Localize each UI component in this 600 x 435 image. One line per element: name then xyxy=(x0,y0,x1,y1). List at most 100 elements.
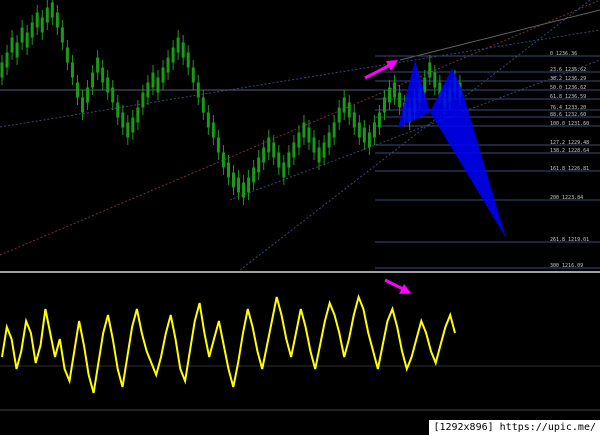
candle-body xyxy=(45,7,49,23)
channel-line-red-lower[interactable] xyxy=(0,0,600,256)
candle-body xyxy=(161,67,165,83)
candle-body xyxy=(55,12,59,28)
candle-body xyxy=(70,62,74,78)
candle-body xyxy=(116,102,120,118)
candle-body xyxy=(322,142,326,158)
candle-body xyxy=(15,42,19,58)
candle-body xyxy=(272,142,276,158)
fib-level-label: 300 1216.09 xyxy=(550,263,583,269)
candle-body xyxy=(196,82,200,98)
candle-body xyxy=(252,167,256,183)
oscillator-line xyxy=(1,293,456,394)
chart-window[interactable]: 0 1236.36 23.6 1235.62 38.2 1236.29 50.0 12… xyxy=(0,0,600,435)
candle-body xyxy=(171,47,175,63)
candle-body xyxy=(257,157,261,173)
candle-body xyxy=(367,132,371,148)
fib-level-label: 200 1223.84 xyxy=(550,195,583,201)
candle-body xyxy=(40,17,44,33)
candle-body xyxy=(342,97,346,113)
candle-body xyxy=(247,177,251,193)
candle-body xyxy=(201,97,205,113)
candle-body xyxy=(141,92,145,108)
candle-body xyxy=(75,82,79,98)
candle-body xyxy=(86,87,90,103)
candle-body xyxy=(81,97,85,113)
candle-body xyxy=(332,122,336,138)
fib-level-label: 100.0 1231.60 xyxy=(550,121,589,127)
candle-body xyxy=(267,137,271,153)
pattern-projection-wedge xyxy=(430,90,506,238)
candle-body xyxy=(10,37,14,53)
fib-level-label: 50.0 1236.62 xyxy=(550,85,586,91)
fib-level-label: 138.2 1228.64 xyxy=(550,148,589,154)
candle-body xyxy=(35,12,39,28)
candle-body xyxy=(226,162,230,178)
harmonic-pattern[interactable] xyxy=(398,60,506,238)
candle-body xyxy=(317,147,321,163)
candle-body xyxy=(30,22,34,38)
candle-body xyxy=(106,77,110,93)
candle-body xyxy=(357,122,361,138)
candle-body xyxy=(382,97,386,113)
candle-body xyxy=(176,37,180,53)
candle-body xyxy=(111,87,115,103)
candle-body xyxy=(121,112,125,128)
chart-canvas[interactable]: 0 1236.36 23.6 1235.62 38.2 1236.29 50.0 12… xyxy=(0,0,600,435)
fib-level-label: 61.8 1236.59 xyxy=(550,94,586,100)
candle-body xyxy=(191,67,195,83)
candle-body xyxy=(307,127,311,143)
candle-body xyxy=(65,47,69,63)
candle-body xyxy=(312,137,316,153)
candle-body xyxy=(393,82,397,98)
fib-level-label: 0 1236.36 xyxy=(550,51,577,57)
candle-body xyxy=(96,57,100,73)
candle-body xyxy=(186,52,190,68)
candle-body xyxy=(211,122,215,138)
fib-level-label: 38.2 1236.29 xyxy=(550,76,586,82)
candle-body xyxy=(297,132,301,148)
candle-body xyxy=(126,122,130,138)
candle-body xyxy=(146,82,150,98)
candle-body xyxy=(352,112,356,128)
price-candles xyxy=(0,0,462,205)
fib-level-label: 76.4 1233.20 xyxy=(550,105,586,111)
candle-body xyxy=(20,27,24,43)
fib-level-label: 261.8 1219.01 xyxy=(550,237,589,243)
candle-body xyxy=(398,92,402,108)
candle-body xyxy=(428,62,432,78)
candle-body xyxy=(262,147,266,163)
arrow-down-right-icon xyxy=(384,278,411,294)
candle-body xyxy=(232,172,235,188)
candle-body xyxy=(5,52,9,68)
candle-body xyxy=(287,152,291,168)
fibonacci-levels[interactable]: 0 1236.36 23.6 1235.62 38.2 1236.29 50.0 12… xyxy=(375,51,600,269)
candle-body xyxy=(327,132,331,148)
candle-body xyxy=(101,67,105,83)
candle-body xyxy=(156,77,160,93)
candle-body xyxy=(388,87,392,103)
candle-body xyxy=(292,142,296,158)
candle-body xyxy=(347,102,351,118)
fib-level-label: 161.8 1226.81 xyxy=(550,166,589,172)
candle-body xyxy=(181,42,185,58)
candle-body xyxy=(221,152,225,168)
candle-body xyxy=(282,162,286,178)
candle-body xyxy=(50,2,54,18)
candle-body xyxy=(0,62,4,78)
candle-body xyxy=(242,182,246,198)
candle-body xyxy=(151,72,155,88)
fib-level-label: 23.6 1235.62 xyxy=(550,67,586,73)
candle-body xyxy=(237,177,241,193)
candle-body xyxy=(206,112,210,128)
candle-body xyxy=(337,107,341,123)
candle-body xyxy=(377,112,381,128)
channel-line-blue-upper[interactable] xyxy=(0,29,600,128)
candle-body xyxy=(216,137,220,153)
fib-level-label: 88.6 1232.60 xyxy=(550,112,586,118)
candle-body xyxy=(60,27,64,43)
watermark-label: [1292x896] https://upic.me/ xyxy=(429,420,600,435)
candle-body xyxy=(136,107,140,123)
candle-body xyxy=(372,122,376,138)
fib-level-label: 127.2 1229.48 xyxy=(550,140,589,146)
candle-body xyxy=(433,72,437,88)
